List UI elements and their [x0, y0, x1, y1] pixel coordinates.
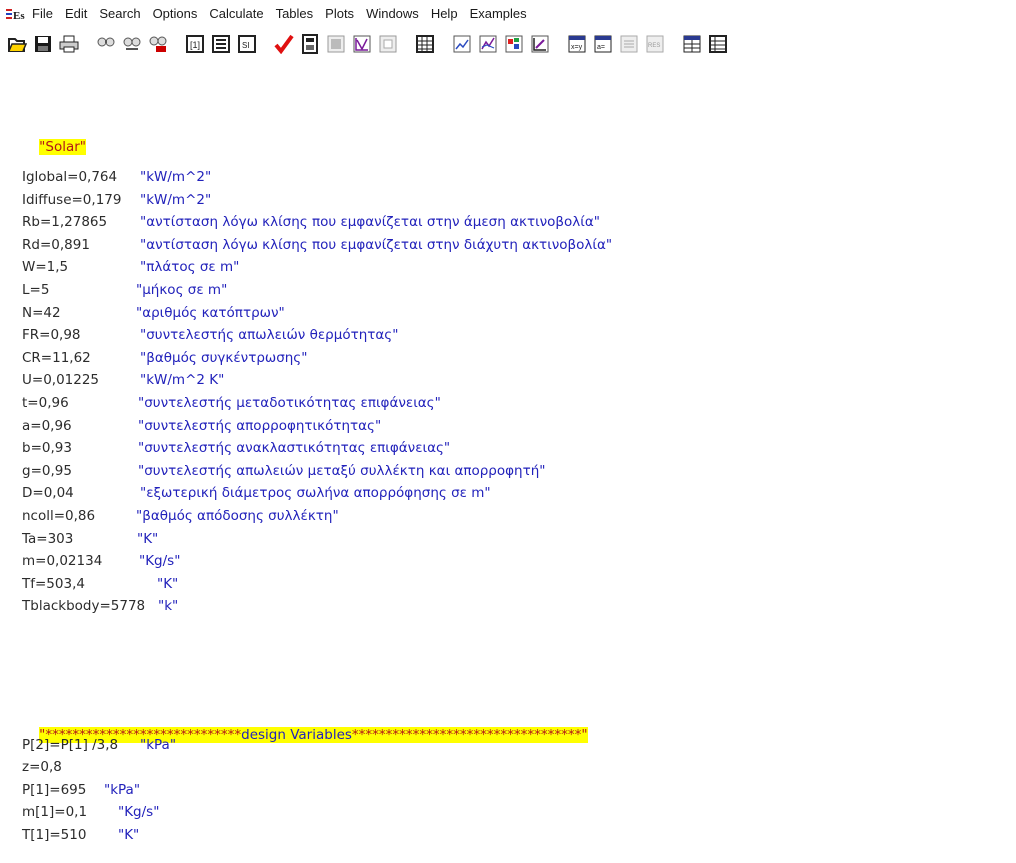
menu-plots[interactable]: Plots	[319, 0, 360, 27]
equation-comment: "βαθμός συγκέντρωσης"	[140, 349, 308, 366]
find-icon[interactable]	[93, 32, 118, 57]
equation-text: ncoll=0,86	[22, 508, 96, 524]
menu-examples[interactable]: Examples	[464, 0, 533, 27]
equation-text: T[1]=510	[22, 827, 87, 843]
svg-text:x=y: x=y	[571, 44, 583, 51]
unit-system-icon[interactable]: SI	[234, 32, 259, 57]
equation-comment: "αντίσταση λόγω κλίσης που εμφανίζεται σ…	[140, 214, 600, 231]
equation-comment: "συντελεστής απωλειών θερμότητας"	[140, 327, 399, 344]
equation-text: Tf=503,4	[22, 575, 85, 592]
svg-text:[1]: [1]	[190, 40, 200, 50]
save-icon[interactable]	[30, 32, 55, 57]
design-banner-right: **********************************"	[351, 727, 588, 743]
equation-text: t=0,96	[22, 395, 69, 411]
menu-options[interactable]: Options	[147, 0, 204, 27]
equation-comment: "συντελεστής μεταδοτικότητας επιφάνειας"	[138, 395, 441, 411]
menu-search[interactable]: Search	[93, 0, 146, 27]
solve-icon[interactable]	[323, 32, 348, 57]
equation-text: N=42	[22, 304, 61, 321]
toolbar: [1] SI x=y a= RES	[0, 29, 1016, 59]
equation-comment: "συντελεστής ανακλαστικότητας επιφάνειας…	[138, 440, 451, 457]
svg-text:a=: a=	[597, 44, 605, 51]
solution-window-icon[interactable]	[616, 32, 641, 57]
equation-text: m[1]=0,1	[22, 804, 88, 820]
equation-text: CR=11,62	[22, 349, 91, 366]
equation-comment: "kW/m^2"	[140, 169, 212, 185]
equation-comment: "αριθμός κατόπτρων"	[136, 304, 285, 321]
plot-3d-icon[interactable]	[501, 32, 526, 57]
equation-comment: "εξωτερική διάμετρος σωλήνα απορρόφησης …	[140, 485, 491, 502]
equation-text: a=0,96	[22, 417, 72, 434]
equations-window-icon[interactable]: x=y	[564, 32, 589, 57]
equation-text: b=0,93	[22, 440, 72, 457]
equation-comment: "Kg/s"	[118, 804, 160, 820]
equation-comment: "kPa"	[104, 782, 141, 798]
menu-bar: Es File Edit Search Options Calculate Ta…	[0, 0, 1016, 27]
equation-comment: "αντίσταση λόγω κλίσης που εμφανίζεται σ…	[140, 236, 613, 253]
menu-file[interactable]: File	[26, 0, 59, 27]
equation-text: W=1,5	[22, 259, 69, 276]
equation-comment: "K"	[137, 530, 159, 547]
svg-text:Es: Es	[13, 10, 25, 21]
equation-text: g=0,95	[22, 462, 72, 479]
residuals-icon[interactable]: RES	[642, 32, 667, 57]
menu-calculate[interactable]: Calculate	[203, 0, 269, 27]
equation-comment: "kW/m^2 K"	[140, 372, 225, 389]
min-max-icon[interactable]	[349, 32, 374, 57]
plot-icon[interactable]	[449, 32, 474, 57]
lookup-icon[interactable]	[705, 32, 730, 57]
equation-text: FR=0,98	[22, 327, 81, 344]
equation-text: Rb=1,27865	[22, 214, 108, 231]
equations-editor[interactable]: "Solar" Iglobal=0,764 "kW/m^2" Idiffuse=0,…	[0, 60, 1016, 863]
equation-text: Rd=0,891	[22, 236, 90, 253]
svg-text:SI: SI	[242, 41, 250, 50]
formatted-equations-icon[interactable]: a=	[590, 32, 615, 57]
parametric-icon[interactable]	[375, 32, 400, 57]
equation-comment: "K"	[118, 827, 140, 843]
check-icon[interactable]	[271, 32, 296, 57]
equation-comment: "K"	[157, 575, 179, 592]
equation-text: P[1]=695	[22, 782, 87, 798]
print-icon[interactable]	[56, 32, 81, 57]
calculator-icon[interactable]	[297, 32, 322, 57]
plot-overlay-icon[interactable]	[475, 32, 500, 57]
arrays-icon[interactable]	[679, 32, 704, 57]
section-title: "Solar"	[22, 120, 86, 174]
equation-text: Iglobal=0,764	[22, 169, 118, 185]
parametric-table-icon[interactable]	[412, 32, 437, 57]
plot-edit-icon[interactable]	[527, 32, 552, 57]
equation-comment: "βαθμός απόδοσης συλλέκτη"	[136, 508, 339, 524]
equation-text: L=5	[22, 282, 50, 298]
menu-help[interactable]: Help	[425, 0, 464, 27]
equation-comment: "Kg/s"	[139, 553, 181, 570]
find-replace-icon[interactable]	[145, 32, 170, 57]
equation-comment: "kW/m^2"	[140, 191, 212, 208]
equation-text: Ta=303	[22, 530, 74, 547]
app-icon: Es	[6, 7, 26, 22]
svg-text:RES: RES	[648, 43, 660, 49]
equation-text: P[2]=P[1] /3,8	[22, 737, 119, 753]
open-icon[interactable]	[4, 32, 29, 57]
equation-text: D=0,04	[22, 485, 74, 502]
equation-comment: "συντελεστής απωλειών μεταξύ συλλέκτη κα…	[138, 462, 546, 479]
design-banner-title: design Variables	[241, 727, 352, 743]
equation-comment: "k"	[158, 598, 179, 615]
equation-text: m=0,02134	[22, 553, 103, 570]
equation-text: Tblackbody=5778	[22, 598, 146, 615]
equation-text: Idiffuse=0,179	[22, 191, 122, 208]
find-next-icon[interactable]	[119, 32, 144, 57]
menu-edit[interactable]: Edit	[59, 0, 93, 27]
info-icon[interactable]: [1]	[182, 32, 207, 57]
equation-text: z=0,8	[22, 759, 62, 775]
equation-comment: "συντελεστής απορροφητικότητας"	[138, 417, 382, 434]
equation-comment: "kPa"	[140, 737, 177, 753]
equation-comment: "μήκος σε m"	[136, 282, 228, 298]
menu-tables[interactable]: Tables	[270, 0, 320, 27]
equation-comment: "πλάτος σε m"	[140, 259, 240, 276]
menu-windows[interactable]: Windows	[360, 0, 425, 27]
equation-text: U=0,01225	[22, 372, 100, 389]
variable-info-icon[interactable]	[208, 32, 233, 57]
section-title-text: "Solar"	[39, 139, 86, 155]
